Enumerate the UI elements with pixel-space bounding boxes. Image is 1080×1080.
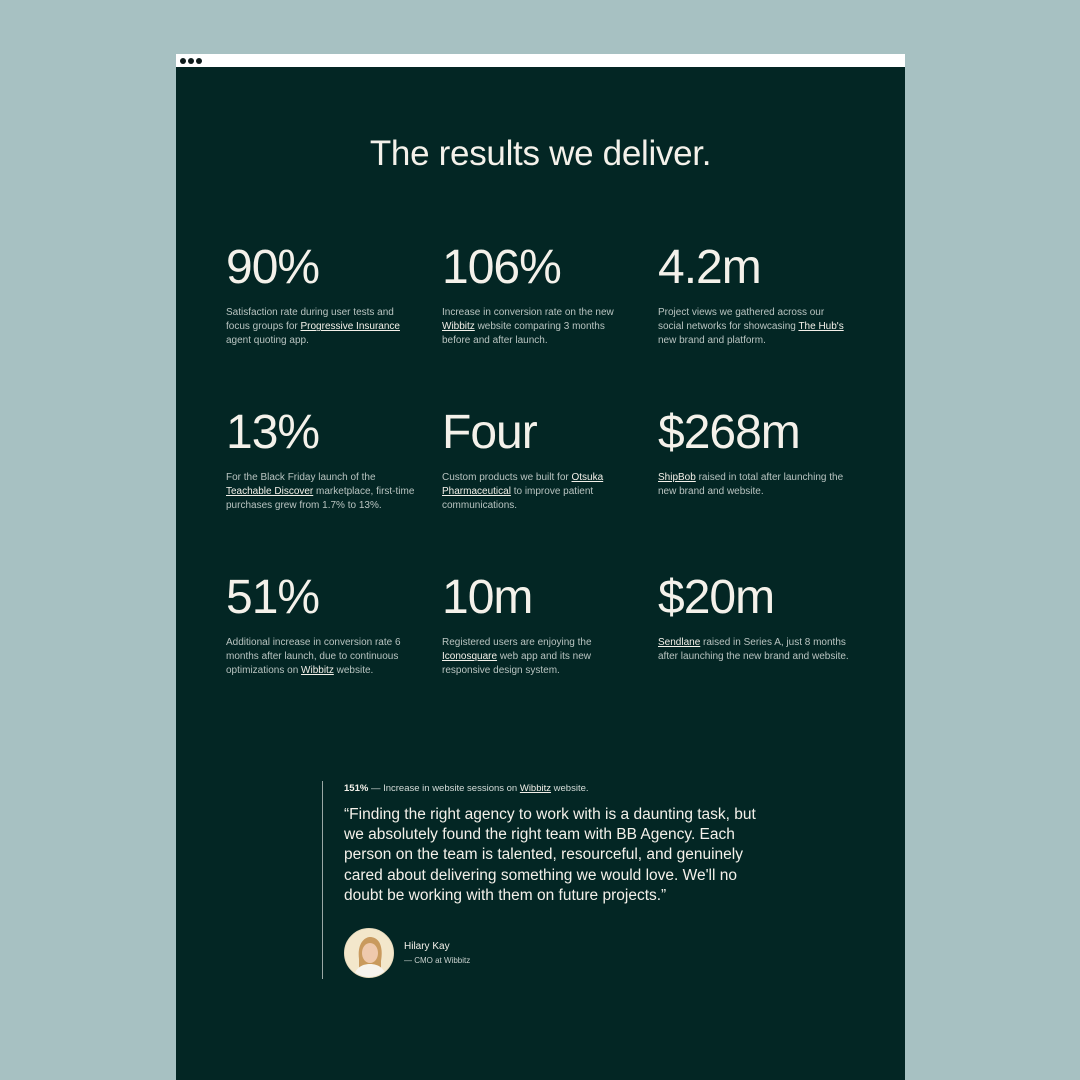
stat-text: Custom products we built for [442,472,572,483]
stat-description: ShipBob raised in total after launching … [658,471,850,499]
stat-link[interactable]: Progressive Insurance [300,321,400,332]
testimonial-metric: 151% — Increase in website sessions on W… [344,783,752,795]
stat-value: Four [442,406,538,459]
stat-value: $268m [658,406,801,459]
stat-value: 106% [442,241,562,294]
window-titlebar [176,54,905,67]
stat-card: 51% Additional increase in conversion rat… [226,570,442,735]
stat-value: $20m [658,571,775,624]
stat-card: 13% For the Black Friday launch of the Te… [226,405,442,570]
stat-text: Increase in conversion rate on the new [442,307,614,318]
stat-card: $20m Sendlane raised in Series A, just 8 … [658,570,866,735]
stat-link[interactable]: Teachable Discover [226,486,313,497]
stat-link[interactable]: Wibbitz [442,321,475,332]
stat-text: website. [333,665,374,677]
stat-card: 10m Registered users are enjoying the Ico… [442,570,658,735]
testimonial-author: Hilary Kay — CMO at Wibbitz [344,928,470,978]
stat-value: 10m [442,571,533,624]
window-dot-icon[interactable] [180,57,186,64]
stat-link[interactable]: ShipBob [658,472,696,483]
metric-text: — Increase in website sessions on [368,783,520,794]
stat-link[interactable]: Iconosquare [442,651,497,662]
stat-value: 90% [226,241,320,294]
stat-value: 4.2m [658,241,762,294]
window-dot-icon[interactable] [188,57,194,64]
author-avatar [344,928,394,978]
stat-text: new brand and platform. [658,335,766,347]
stat-description: Additional increase in conversion rate 6… [226,636,418,679]
stat-card: 4.2m Project views we gathered across our… [658,240,866,405]
testimonial: 151% — Increase in website sessions on W… [322,781,756,979]
stat-description: Registered users are enjoying the Iconos… [442,636,634,679]
testimonial-quote: “Finding the right agency to work with i… [344,806,756,904]
stat-description: Satisfaction rate during user tests and … [226,306,418,349]
stats-grid: 90% Satisfaction rate during user tests a… [226,240,866,735]
stat-value: 51% [226,571,320,624]
page-title: The results we deliver. [369,134,712,173]
stat-description: Project views we gathered across our soc… [658,306,850,349]
stat-card: $268m ShipBob raised in total after launc… [658,405,866,570]
stat-description: Increase in conversion rate on the new W… [442,306,634,349]
stat-description: For the Black Friday launch of the Teach… [226,471,418,514]
metric-suffix: website. [551,783,589,794]
stat-description: Custom products we built for Otsuka Phar… [442,471,634,514]
author-role: — CMO at Wibbitz [404,955,471,965]
stat-value: 13% [226,406,320,459]
author-text: Hilary Kay — CMO at Wibbitz [404,940,470,967]
window-dot-icon[interactable] [196,57,202,64]
stat-link[interactable]: Sendlane [658,637,700,648]
stat-link[interactable]: The Hub's [798,321,843,332]
stat-link[interactable]: Wibbitz [301,665,334,676]
stat-card: 90% Satisfaction rate during user tests a… [226,240,442,405]
person-avatar-icon [345,929,393,977]
browser-window: The results we deliver. 90% Satisfaction … [176,54,905,1080]
metric-value: 151% [344,783,369,794]
stat-text: For the Black Friday launch of the [226,472,376,483]
stat-card: 106% Increase in conversion rate on the n… [442,240,658,405]
author-name: Hilary Kay [404,940,450,952]
stat-text: Registered users are enjoying the [442,637,592,648]
stat-card: Four Custom products we built for Otsuka … [442,405,658,570]
metric-link[interactable]: Wibbitz [520,783,551,794]
stat-description: Sendlane raised in Series A, just 8 mont… [658,636,850,664]
stat-text: agent quoting app. [226,335,309,347]
